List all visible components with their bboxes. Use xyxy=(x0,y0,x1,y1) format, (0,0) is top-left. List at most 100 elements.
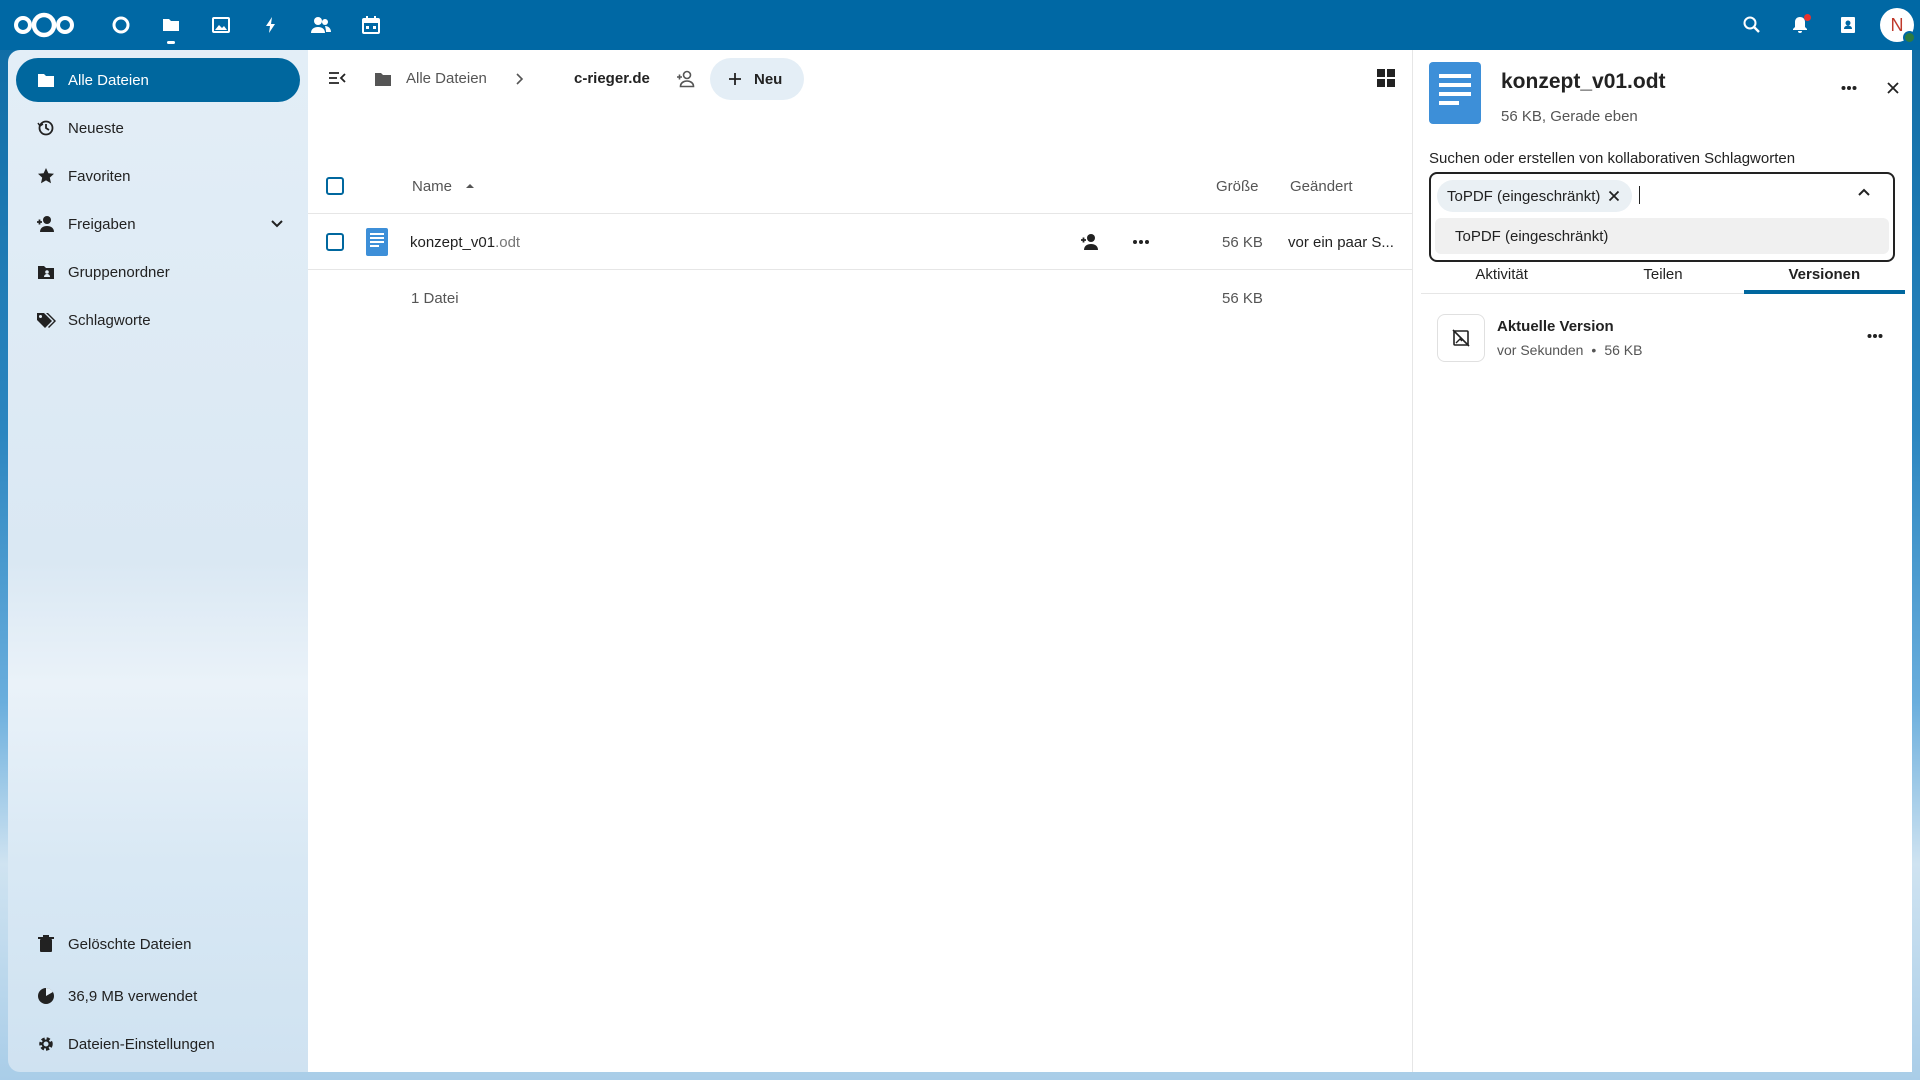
sidebar-item-favorites[interactable]: Favoriten xyxy=(16,154,300,198)
breadcrumb-root[interactable]: Alle Dateien xyxy=(374,70,487,87)
lightning-icon xyxy=(266,17,275,33)
share-folder-button[interactable] xyxy=(676,70,696,88)
file-table-header: Name Größe Geändert xyxy=(308,158,1412,214)
grid-icon xyxy=(1377,69,1395,87)
details-filename: konzept_v01.odt xyxy=(1501,70,1666,93)
column-size-label: Größe xyxy=(1216,177,1259,195)
toggle-navigation-button[interactable] xyxy=(328,70,346,86)
search-button[interactable] xyxy=(1728,0,1776,50)
files-app-button[interactable] xyxy=(146,0,196,50)
tags-select[interactable]: ToPDF (eingeschränkt) ToPDF (eingeschrän… xyxy=(1429,172,1895,262)
tab-versions[interactable]: Versionen xyxy=(1743,262,1906,294)
storage-quota-label: 36,9 MB verwendet xyxy=(68,987,198,1005)
sort-by-size[interactable]: Größe xyxy=(1216,158,1259,214)
no-preview-icon xyxy=(1437,314,1485,362)
more-horizontal-icon xyxy=(1867,334,1883,338)
remove-tag-button[interactable] xyxy=(1608,190,1620,202)
table-row[interactable]: konzept_v01 .odt 56 KB vor ein paar S... xyxy=(308,214,1412,270)
pie-chart-icon xyxy=(36,986,56,1006)
search-icon xyxy=(1743,16,1760,33)
tab-sharing[interactable]: Teilen xyxy=(1582,262,1743,293)
file-list-area: Alle Dateien c-rieger.de Neu Name Größe … xyxy=(308,50,1412,1072)
sidebar-item-label: Freigaben xyxy=(68,215,136,233)
row-checkbox[interactable] xyxy=(326,214,344,270)
close-details-button[interactable] xyxy=(1873,68,1913,108)
circle-icon xyxy=(112,16,130,34)
details-actions-button[interactable] xyxy=(1829,68,1869,108)
folder-icon xyxy=(375,72,391,86)
chevron-right-icon xyxy=(516,73,524,85)
tag-option[interactable]: ToPDF (eingeschränkt) xyxy=(1435,218,1889,254)
folder-icon xyxy=(163,19,179,31)
plus-icon xyxy=(729,73,741,85)
breadcrumb-current-label: c-rieger.de xyxy=(574,70,650,87)
sidebar-item-files-settings[interactable]: Dateien-Einstellungen xyxy=(16,1022,300,1066)
details-tabs: Aktivität Teilen Versionen xyxy=(1421,262,1906,294)
sidebar-item-tags[interactable]: Schlagworte xyxy=(16,298,300,342)
share-icon xyxy=(36,214,56,234)
file-name[interactable]: konzept_v01 .odt xyxy=(410,214,520,270)
breadcrumb-current[interactable]: c-rieger.de xyxy=(574,70,650,87)
folder-icon xyxy=(36,70,56,90)
sort-by-name[interactable]: Name xyxy=(412,158,476,214)
close-icon xyxy=(1609,190,1620,202)
document-icon xyxy=(366,214,388,270)
deleted-files-label: Gelöschte Dateien xyxy=(68,935,192,953)
selected-tag-chip: ToPDF (eingeschränkt) xyxy=(1437,180,1633,212)
user-avatar[interactable]: N xyxy=(1880,8,1916,44)
calendar-icon xyxy=(362,16,380,34)
storage-quota: 36,9 MB verwendet xyxy=(16,974,300,1018)
new-button[interactable]: Neu xyxy=(710,58,804,100)
sidebar-item-label: Alle Dateien xyxy=(68,71,149,89)
group-folder-icon xyxy=(36,262,56,282)
sidebar-item-recent[interactable]: Neueste xyxy=(16,106,300,150)
sidebar-item-label: Neueste xyxy=(68,119,124,137)
sort-by-modified[interactable]: Geändert xyxy=(1290,158,1353,214)
contacts-app-button[interactable] xyxy=(296,0,346,50)
tab-activity[interactable]: Aktivität xyxy=(1421,262,1582,293)
files-toolbar: Alle Dateien c-rieger.de Neu xyxy=(308,50,1412,108)
selected-tag-label: ToPDF (eingeschränkt) xyxy=(1447,187,1601,205)
contacts-menu-button[interactable] xyxy=(1824,0,1872,50)
notifications-button[interactable] xyxy=(1776,0,1824,50)
separator-dot: • xyxy=(1591,342,1597,358)
image-icon xyxy=(212,17,230,33)
version-size: 56 KB xyxy=(1604,342,1643,358)
calendar-app-button[interactable] xyxy=(346,0,396,50)
sidebar-item-group-folders[interactable]: Gruppenordner xyxy=(16,250,300,294)
menu-collapse-icon xyxy=(329,72,346,84)
chevron-down-icon[interactable] xyxy=(268,214,286,232)
file-size: 56 KB xyxy=(1222,233,1263,251)
contacts-book-icon xyxy=(1841,17,1855,33)
tags-search-input[interactable] xyxy=(1639,186,1640,204)
nextcloud-logo[interactable] xyxy=(12,10,76,40)
document-icon xyxy=(1429,62,1481,124)
select-all-checkbox[interactable] xyxy=(326,158,344,214)
dashboard-app-button[interactable] xyxy=(96,0,146,50)
sidebar-item-all-files[interactable]: Alle Dateien xyxy=(16,58,300,102)
notification-dot xyxy=(1804,14,1811,21)
top-bar: N xyxy=(0,0,1920,50)
row-share-button[interactable] xyxy=(1080,214,1100,270)
tag-option-label: ToPDF (eingeschränkt) xyxy=(1455,227,1609,245)
version-item[interactable]: Aktuelle Version vor Sekunden • 56 KB xyxy=(1437,314,1897,370)
new-button-label: Neu xyxy=(754,70,783,88)
trash-icon xyxy=(36,934,56,954)
people-icon xyxy=(311,17,331,33)
files-settings-label: Dateien-Einstellungen xyxy=(68,1035,215,1053)
sidebar-item-label: Gruppenordner xyxy=(68,263,170,281)
file-basename: konzept_v01 xyxy=(410,233,496,251)
photos-app-button[interactable] xyxy=(196,0,246,50)
sidebar-item-label: Schlagworte xyxy=(68,311,151,329)
tags-dropdown-toggle[interactable] xyxy=(1855,184,1873,202)
activity-app-button[interactable] xyxy=(246,0,296,50)
history-icon xyxy=(36,118,56,138)
grid-view-toggle[interactable] xyxy=(1376,68,1396,88)
file-count: 1 Datei xyxy=(411,289,459,307)
sidebar-item-shares[interactable]: Freigaben xyxy=(16,202,300,246)
details-sidebar: konzept_v01.odt 56 KB, Gerade eben Suche… xyxy=(1412,50,1912,1072)
sidebar-item-deleted-files[interactable]: Gelöschte Dateien xyxy=(16,922,300,966)
tag-icon xyxy=(36,310,56,330)
row-actions-button[interactable] xyxy=(1132,214,1150,270)
version-actions-button[interactable] xyxy=(1857,318,1893,354)
